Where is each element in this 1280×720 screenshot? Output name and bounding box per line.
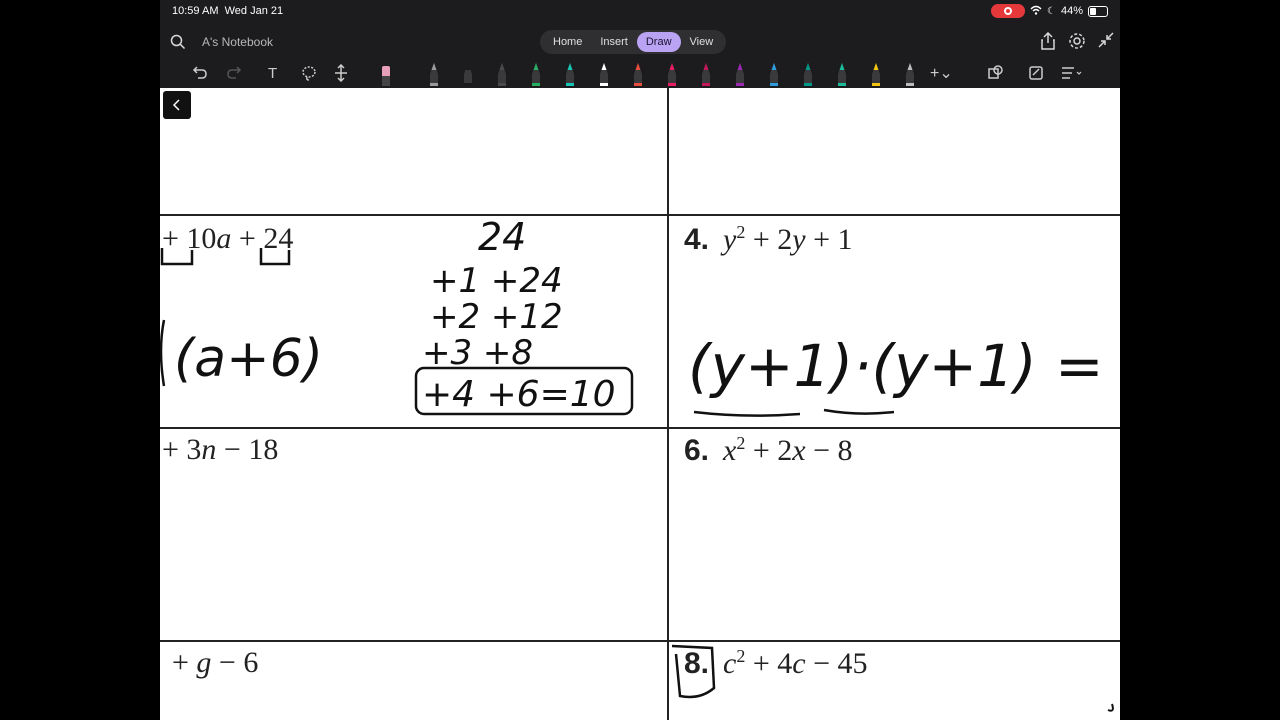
pen-icon[interactable] (836, 62, 848, 86)
ink-top-factor: 24 (478, 215, 526, 259)
ink-underline (823, 408, 895, 415)
text-tool-icon[interactable]: T (268, 65, 277, 82)
search-icon[interactable] (170, 34, 186, 55)
pen-icon[interactable] (768, 62, 780, 86)
draw-toolbar: T +⌄ (160, 60, 1120, 88)
shapes-icon[interactable] (986, 64, 1006, 87)
pen-icon[interactable] (734, 62, 746, 86)
ink-pair-4: +4 +6=10 (422, 374, 616, 415)
pen-icon[interactable] (598, 62, 610, 86)
status-right: ☾ 44% (991, 4, 1108, 18)
pen-icon[interactable] (462, 62, 474, 86)
share-icon[interactable] (1040, 31, 1056, 55)
undo-icon[interactable] (192, 64, 208, 87)
tab-home[interactable]: Home (544, 32, 591, 52)
tab-view[interactable]: View (681, 32, 723, 52)
ink-pair-2: +2 +12 (430, 297, 563, 337)
pen-icon[interactable] (904, 62, 916, 86)
battery-icon (1088, 5, 1108, 17)
ink-bracket (259, 248, 291, 266)
gear-icon[interactable] (1068, 32, 1086, 55)
ink-bracket (160, 248, 194, 266)
pen-icon[interactable] (530, 62, 542, 86)
collapse-icon[interactable] (1098, 32, 1114, 55)
screen-record-indicator[interactable] (991, 4, 1025, 18)
title-bar: A's Notebook Home Insert Draw View (160, 24, 1120, 60)
lasso-icon[interactable] (300, 64, 318, 87)
pen-icon[interactable] (666, 62, 678, 86)
pen-icon[interactable] (802, 62, 814, 86)
onenote-app: 10:59 AM Wed Jan 21 ☾ 44% A's Notebook H… (160, 0, 1120, 720)
pen-icon[interactable] (496, 62, 508, 86)
ink-left-factor: (a+6) (174, 329, 323, 389)
pen-icon[interactable] (564, 62, 576, 86)
status-time: 10:59 AM Wed Jan 21 (172, 5, 284, 17)
pen-icon[interactable] (870, 62, 882, 86)
status-bar: 10:59 AM Wed Jan 21 ☾ 44% (160, 0, 1120, 24)
insert-space-icon[interactable] (334, 63, 348, 87)
wifi-icon (1030, 5, 1042, 18)
ink-to-shape-icon[interactable] (1028, 64, 1044, 87)
ink-p4-work: (y+1)·(y+1) = (y+1) (688, 332, 1120, 400)
redo-icon[interactable] (226, 64, 242, 87)
pen-icon[interactable] (700, 62, 712, 86)
ink-layer[interactable]: 24 +1 +24 +2 +12 +3 +8 +4 +6=10 (a+6) (y… (160, 88, 1120, 720)
note-page[interactable]: + 10a + 24 4. y2 + 2y + 1 + 3n − 18 6. x2 … (160, 88, 1120, 720)
ink-circle (671, 644, 716, 699)
tab-insert[interactable]: Insert (591, 32, 637, 52)
pen-icon[interactable] (632, 62, 644, 86)
title-bar-actions (1040, 31, 1114, 55)
battery-text: 44% (1060, 5, 1083, 17)
ink-underline (693, 410, 801, 417)
eraser-icon[interactable] (380, 62, 392, 86)
pen-icon[interactable] (428, 62, 440, 86)
tab-draw[interactable]: Draw (636, 32, 681, 52)
moon-icon: ☾ (1047, 5, 1056, 17)
notebook-title[interactable]: A's Notebook (202, 35, 273, 49)
ink-pair-1: +1 +24 (430, 261, 563, 301)
ribbon-tabs: Home Insert Draw View (540, 30, 727, 54)
ink-to-text-icon[interactable] (1060, 64, 1084, 87)
add-pen-icon[interactable]: +⌄ (930, 63, 953, 83)
